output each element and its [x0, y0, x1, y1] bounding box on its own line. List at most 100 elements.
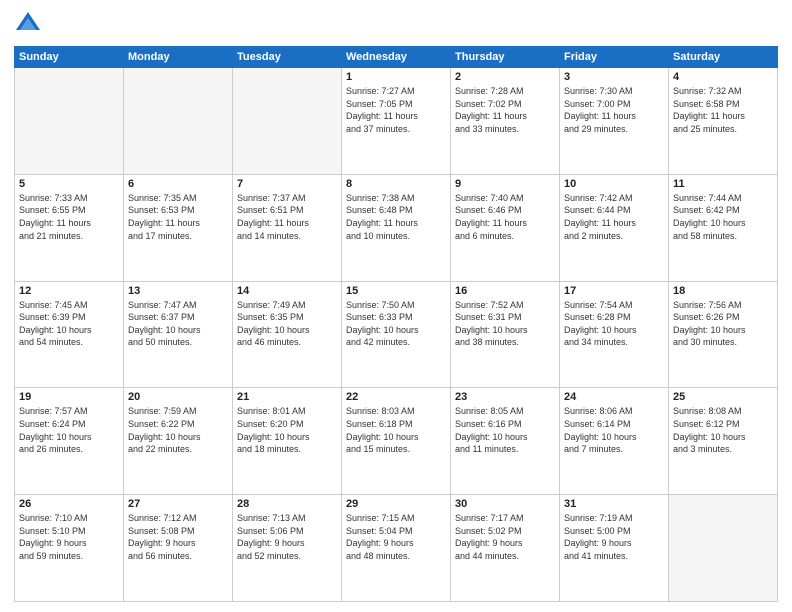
calendar-cell: 24 Sunrise: 8:06 AM Sunset: 6:14 PM Dayli…	[560, 388, 669, 495]
cell-info: Sunrise: 7:17 AM Sunset: 5:02 PM Dayligh…	[455, 512, 555, 562]
cell-info: Sunrise: 7:45 AM Sunset: 6:39 PM Dayligh…	[19, 299, 119, 349]
calendar-cell	[233, 68, 342, 175]
calendar-cell: 23Sunrise: 8:05 AM Sunset: 6:16 PM Dayli…	[451, 388, 560, 495]
day-number: 6	[128, 178, 228, 190]
calendar-week-row: 26 Sunrise: 7:10 AM Sunset: 5:10 PM Dayli…	[15, 495, 778, 602]
calendar-cell: 2 Sunrise: 7:28 AM Sunset: 7:02 PM Daylig…	[451, 68, 560, 175]
day-number: 24	[564, 391, 664, 403]
day-number: 2	[455, 71, 555, 83]
calendar-cell: 21Sunrise: 8:01 AM Sunset: 6:20 PM Dayli…	[233, 388, 342, 495]
day-number: 3	[564, 71, 664, 83]
calendar-cell: 13 Sunrise: 7:47 AM Sunset: 6:37 PM Dayli…	[124, 281, 233, 388]
day-number: 23	[455, 391, 555, 403]
calendar-cell: 29 Sunrise: 7:15 AM Sunset: 5:04 PM Dayli…	[342, 495, 451, 602]
cell-info: Sunrise: 7:52 AM Sunset: 6:31 PM Dayligh…	[455, 299, 555, 349]
day-number: 25	[673, 391, 773, 403]
day-number: 4	[673, 71, 773, 83]
calendar-header-row: SundayMondayTuesdayWednesdayThursdayFrid…	[15, 47, 778, 68]
cell-info: Sunrise: 7:47 AM Sunset: 6:37 PM Dayligh…	[128, 299, 228, 349]
day-number: 11	[673, 178, 773, 190]
calendar-cell: 19 Sunrise: 7:57 AM Sunset: 6:24 PM Dayli…	[15, 388, 124, 495]
logo-icon	[14, 10, 42, 38]
calendar-cell: 10 Sunrise: 7:42 AM Sunset: 6:44 PM Dayli…	[560, 174, 669, 281]
calendar-cell: 3 Sunrise: 7:30 AM Sunset: 7:00 PM Daylig…	[560, 68, 669, 175]
cell-info: Sunrise: 7:35 AM Sunset: 6:53 PM Dayligh…	[128, 192, 228, 242]
day-of-week-header: Tuesday	[233, 47, 342, 68]
day-number: 20	[128, 391, 228, 403]
day-of-week-header: Sunday	[15, 47, 124, 68]
cell-info: Sunrise: 7:13 AM Sunset: 5:06 PM Dayligh…	[237, 512, 337, 562]
day-number: 9	[455, 178, 555, 190]
cell-info: Sunrise: 7:27 AM Sunset: 7:05 PM Dayligh…	[346, 85, 446, 135]
calendar-cell: 28Sunrise: 7:13 AM Sunset: 5:06 PM Dayli…	[233, 495, 342, 602]
calendar-week-row: 12Sunrise: 7:45 AM Sunset: 6:39 PM Dayli…	[15, 281, 778, 388]
day-number: 5	[19, 178, 119, 190]
cell-info: Sunrise: 7:40 AM Sunset: 6:46 PM Dayligh…	[455, 192, 555, 242]
cell-info: Sunrise: 7:19 AM Sunset: 5:00 PM Dayligh…	[564, 512, 664, 562]
day-number: 30	[455, 498, 555, 510]
day-number: 17	[564, 285, 664, 297]
day-number: 29	[346, 498, 446, 510]
day-number: 1	[346, 71, 446, 83]
cell-info: Sunrise: 7:38 AM Sunset: 6:48 PM Dayligh…	[346, 192, 446, 242]
day-of-week-header: Friday	[560, 47, 669, 68]
calendar-cell: 25Sunrise: 8:08 AM Sunset: 6:12 PM Dayli…	[669, 388, 778, 495]
day-of-week-header: Wednesday	[342, 47, 451, 68]
day-number: 22	[346, 391, 446, 403]
day-number: 15	[346, 285, 446, 297]
calendar-week-row: 5 Sunrise: 7:33 AM Sunset: 6:55 PM Daylig…	[15, 174, 778, 281]
day-number: 21	[237, 391, 337, 403]
day-number: 18	[673, 285, 773, 297]
calendar-cell: 9 Sunrise: 7:40 AM Sunset: 6:46 PM Daylig…	[451, 174, 560, 281]
calendar-cell	[669, 495, 778, 602]
calendar-cell	[124, 68, 233, 175]
calendar-cell: 5 Sunrise: 7:33 AM Sunset: 6:55 PM Daylig…	[15, 174, 124, 281]
calendar-cell: 15 Sunrise: 7:50 AM Sunset: 6:33 PM Dayli…	[342, 281, 451, 388]
day-number: 14	[237, 285, 337, 297]
day-of-week-header: Saturday	[669, 47, 778, 68]
cell-info: Sunrise: 7:32 AM Sunset: 6:58 PM Dayligh…	[673, 85, 773, 135]
day-number: 8	[346, 178, 446, 190]
cell-info: Sunrise: 7:54 AM Sunset: 6:28 PM Dayligh…	[564, 299, 664, 349]
calendar-cell: 11 Sunrise: 7:44 AM Sunset: 6:42 PM Dayli…	[669, 174, 778, 281]
cell-info: Sunrise: 7:59 AM Sunset: 6:22 PM Dayligh…	[128, 405, 228, 455]
cell-info: Sunrise: 7:33 AM Sunset: 6:55 PM Dayligh…	[19, 192, 119, 242]
calendar-cell: 27 Sunrise: 7:12 AM Sunset: 5:08 PM Dayli…	[124, 495, 233, 602]
day-number: 27	[128, 498, 228, 510]
cell-info: Sunrise: 7:56 AM Sunset: 6:26 PM Dayligh…	[673, 299, 773, 349]
calendar-cell: 4 Sunrise: 7:32 AM Sunset: 6:58 PM Daylig…	[669, 68, 778, 175]
day-number: 19	[19, 391, 119, 403]
cell-info: Sunrise: 7:49 AM Sunset: 6:35 PM Dayligh…	[237, 299, 337, 349]
day-number: 26	[19, 498, 119, 510]
day-number: 31	[564, 498, 664, 510]
calendar-cell: 8 Sunrise: 7:38 AM Sunset: 6:48 PM Daylig…	[342, 174, 451, 281]
cell-info: Sunrise: 7:12 AM Sunset: 5:08 PM Dayligh…	[128, 512, 228, 562]
page: SundayMondayTuesdayWednesdayThursdayFrid…	[0, 0, 792, 612]
day-number: 10	[564, 178, 664, 190]
cell-info: Sunrise: 7:15 AM Sunset: 5:04 PM Dayligh…	[346, 512, 446, 562]
cell-info: Sunrise: 7:10 AM Sunset: 5:10 PM Dayligh…	[19, 512, 119, 562]
calendar-cell: 18 Sunrise: 7:56 AM Sunset: 6:26 PM Dayli…	[669, 281, 778, 388]
calendar-table: SundayMondayTuesdayWednesdayThursdayFrid…	[14, 46, 778, 602]
cell-info: Sunrise: 7:50 AM Sunset: 6:33 PM Dayligh…	[346, 299, 446, 349]
calendar-week-row: 1 Sunrise: 7:27 AM Sunset: 7:05 PM Daylig…	[15, 68, 778, 175]
cell-info: Sunrise: 8:06 AM Sunset: 6:14 PM Dayligh…	[564, 405, 664, 455]
cell-info: Sunrise: 7:44 AM Sunset: 6:42 PM Dayligh…	[673, 192, 773, 242]
calendar-cell	[15, 68, 124, 175]
calendar-cell: 17 Sunrise: 7:54 AM Sunset: 6:28 PM Dayli…	[560, 281, 669, 388]
cell-info: Sunrise: 8:03 AM Sunset: 6:18 PM Dayligh…	[346, 405, 446, 455]
calendar-cell: 22 Sunrise: 8:03 AM Sunset: 6:18 PM Dayli…	[342, 388, 451, 495]
header	[14, 10, 778, 38]
calendar-cell: 12Sunrise: 7:45 AM Sunset: 6:39 PM Dayli…	[15, 281, 124, 388]
cell-info: Sunrise: 7:57 AM Sunset: 6:24 PM Dayligh…	[19, 405, 119, 455]
cell-info: Sunrise: 7:37 AM Sunset: 6:51 PM Dayligh…	[237, 192, 337, 242]
calendar-cell: 6 Sunrise: 7:35 AM Sunset: 6:53 PM Daylig…	[124, 174, 233, 281]
cell-info: Sunrise: 7:28 AM Sunset: 7:02 PM Dayligh…	[455, 85, 555, 135]
cell-info: Sunrise: 7:42 AM Sunset: 6:44 PM Dayligh…	[564, 192, 664, 242]
calendar-body: 1 Sunrise: 7:27 AM Sunset: 7:05 PM Daylig…	[15, 68, 778, 602]
day-of-week-header: Monday	[124, 47, 233, 68]
cell-info: Sunrise: 7:30 AM Sunset: 7:00 PM Dayligh…	[564, 85, 664, 135]
day-number: 7	[237, 178, 337, 190]
day-number: 13	[128, 285, 228, 297]
calendar-cell: 7 Sunrise: 7:37 AM Sunset: 6:51 PM Daylig…	[233, 174, 342, 281]
